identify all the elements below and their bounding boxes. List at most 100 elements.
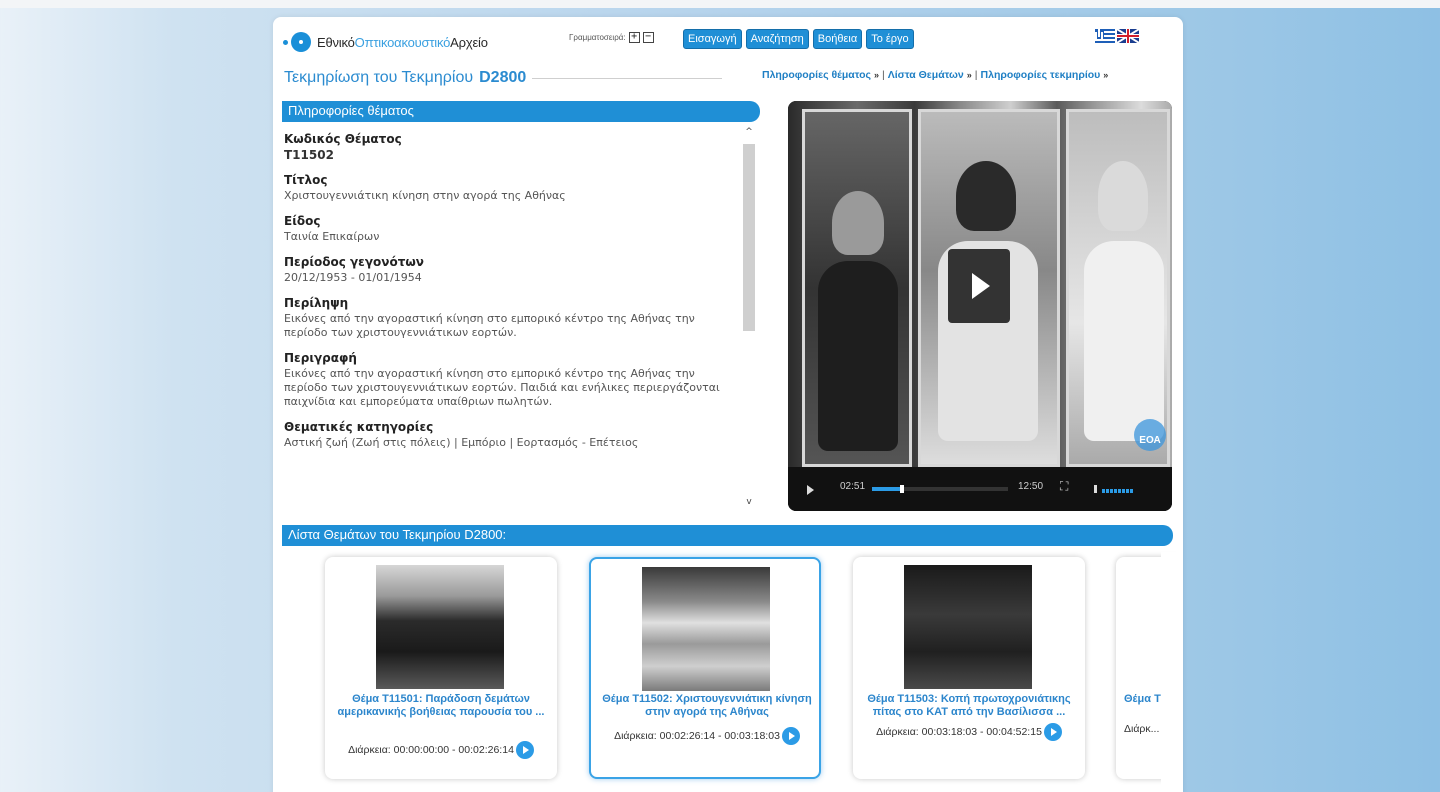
player-controls: 02:51 12:50 ⛶ [788,471,1172,511]
field-label: Περίοδος γεγονότων [284,255,424,269]
subject-list-header: Λίστα Θεμάτων του Τεκμηρίου D2800: [282,525,1173,546]
field-summary: Περίληψη Εικόνες από την αγοραστική κίνη… [284,295,734,340]
link-subject-list[interactable]: Λίστα Θεμάτων [888,69,964,81]
subject-title-link[interactable]: Θέμα T11501: Παράδοση δεμάτων αμερικανικ… [335,693,547,719]
volume-segment[interactable] [1130,489,1133,493]
speaker-icon[interactable] [1094,485,1097,493]
play-overlay-icon[interactable] [948,249,1010,323]
field-categories: Θεματικές κατηγορίες Αστική ζωή (Ζωή στι… [284,419,734,450]
fullscreen-icon[interactable]: ⛶ [1060,479,1068,494]
video-frame[interactable]: ΕΟΑ [788,101,1172,467]
doll-head-right [1098,161,1148,231]
volume-segment[interactable] [1110,489,1113,493]
field-type: Είδος Ταινία Επικαίρων [284,213,734,244]
subject-thumbnail[interactable] [904,565,1032,689]
volume-segment[interactable] [1106,489,1109,493]
chevron-down-icon: » [874,70,880,80]
play-circle-icon[interactable] [515,741,534,759]
greek-flag-icon[interactable] [1095,29,1115,43]
field-value: Εικόνες από την αγοραστική κίνηση στο εμ… [284,312,695,339]
field-label: Θεματικές κατηγορίες [284,420,434,434]
duration-time: 12:50 [1018,481,1044,492]
nav-search-button[interactable]: Αναζήτηση [745,29,809,49]
section-links: Πληροφορίες θέματος» | Λίστα Θεμάτων» | … [762,69,1108,81]
eoa-watermark-logo: ΕΟΑ [1134,419,1166,451]
subject-card[interactable]: Θέμα T11503: Κοπή πρωτοχρονιάτικης πίτας… [853,557,1085,779]
subject-info-header: Πληροφορίες θέματος [282,101,760,122]
subject-card[interactable]: Θέμα T11501: Παράδοση δεμάτων αμερικανικ… [325,557,557,779]
doll-body-left [818,261,898,451]
play-circle-icon[interactable] [1043,723,1062,741]
subject-thumbnail[interactable] [642,567,770,691]
logo-text-part2: Οπτικοακουστικό [354,34,451,50]
field-label: Κωδικός Θέματος [284,132,402,146]
play-circle-icon[interactable] [781,727,800,745]
subject-duration: Διάρκεια: 00:02:26:14 - 00:03:18:03 [591,727,823,745]
field-description: Περιγραφή Εικόνες από την αγοραστική κίν… [284,350,734,409]
volume-segment[interactable] [1102,489,1105,493]
subject-thumbnail[interactable] [376,565,504,689]
seek-bar[interactable] [872,485,1008,493]
link-subject-info[interactable]: Πληροφορίες θέματος [762,69,871,81]
info-scrollbar[interactable]: ^ v [741,127,757,507]
chevron-down-icon: » [966,70,972,80]
volume-segment[interactable] [1126,489,1129,493]
play-icon[interactable] [807,485,814,495]
nav-project-button[interactable]: Το έργο [866,29,914,49]
scroll-up-icon[interactable]: ^ [741,127,757,139]
field-label: Περίληψη [284,296,349,310]
carousel-edge [1161,552,1183,792]
browser-top-strip [0,0,1440,8]
document-code: D2800 [479,69,527,86]
video-player[interactable]: ΕΟΑ 02:51 12:50 ⛶ [788,101,1172,511]
field-period: Περίοδος γεγονότων 20/12/1953 - 01/01/19… [284,254,734,285]
field-label: Περιγραφή [284,351,357,365]
subject-duration-text: Διάρκεια: 00:00:00:00 - 00:02:26:14 [348,744,514,756]
title-divider [532,77,723,79]
subject-duration: Διάρκεια: 00:03:18:03 - 00:04:52:15 [853,723,1085,741]
field-label: Είδος [284,214,321,228]
subject-card-active[interactable]: Θέμα T11502: Χριστουγεννιάτικη κίνηση στ… [589,557,821,779]
subject-duration: Διάρκεια: 00:00:00:00 - 00:02:26:14 [325,741,557,759]
page-title: Τεκμηρίωση του Τεκμηρίου D2800 [284,69,723,87]
field-title: Τίτλος Χριστουγεννιάτικη κίνηση στην αγο… [284,172,734,203]
logo-text-part3: Αρχείο [450,34,488,50]
link-separator: | [882,69,885,81]
field-value: 20/12/1953 - 01/01/1954 [284,271,422,284]
nav-help-button[interactable]: Βοήθεια [812,29,863,49]
subject-title-link[interactable]: Θέμα T11502: Χριστουγεννιάτικη κίνηση στ… [601,693,813,719]
logo-mark-icon [283,31,311,53]
field-value: Αστική ζωή (Ζωή στις πόλεις) | Εμπόριο |… [284,436,639,449]
link-separator: | [974,69,978,81]
scroll-down-icon[interactable]: v [741,497,757,509]
field-value: T11502 [284,148,334,162]
font-decrease-button[interactable]: − [642,32,654,43]
doll-head-left [832,191,884,255]
subject-duration-text: Διάρκεια: 00:03:18:03 - 00:04:52:15 [876,726,1042,738]
font-increase-button[interactable]: + [628,32,640,43]
logo[interactable]: ΕθνικόΟπτικοακουστικόΑρχείο [283,31,488,53]
field-value: Χριστουγεννιάτικη κίνηση στην αγορά της … [284,189,566,202]
chevron-down-icon: » [1103,70,1109,80]
logo-text-part1: Εθνικό [317,34,355,50]
subject-duration-text: Διάρκ... [1124,723,1160,735]
seek-bar-fill [872,487,902,491]
current-time: 02:51 [840,481,866,492]
font-size-control: Γραμματοσειρά: + − [569,32,654,43]
nav-home-button[interactable]: Εισαγωγή [683,29,742,49]
page-container: ΕθνικόΟπτικοακουστικόΑρχείο Γραμματοσειρ… [273,17,1183,792]
subject-title-link[interactable]: Θέμα T11503: Κοπή πρωτοχρονιάτικης πίτας… [863,693,1075,719]
scrollbar-thumb[interactable] [743,144,755,331]
language-switcher [1095,29,1139,43]
field-code: Κωδικός Θέματος T11502 [284,131,734,162]
link-document-info[interactable]: Πληροφορίες τεκμηρίου [981,69,1101,81]
volume-segment[interactable] [1122,489,1125,493]
volume-segment[interactable] [1118,489,1121,493]
field-value: Εικόνες από την αγοραστική κίνηση στο εμ… [284,367,720,408]
uk-flag-icon[interactable] [1117,29,1139,43]
seek-bar-handle[interactable] [899,485,904,493]
field-label: Τίτλος [284,173,328,187]
font-size-label: Γραμματοσειρά: [569,33,626,42]
volume-segment[interactable] [1114,489,1117,493]
volume-control[interactable] [1094,485,1133,493]
